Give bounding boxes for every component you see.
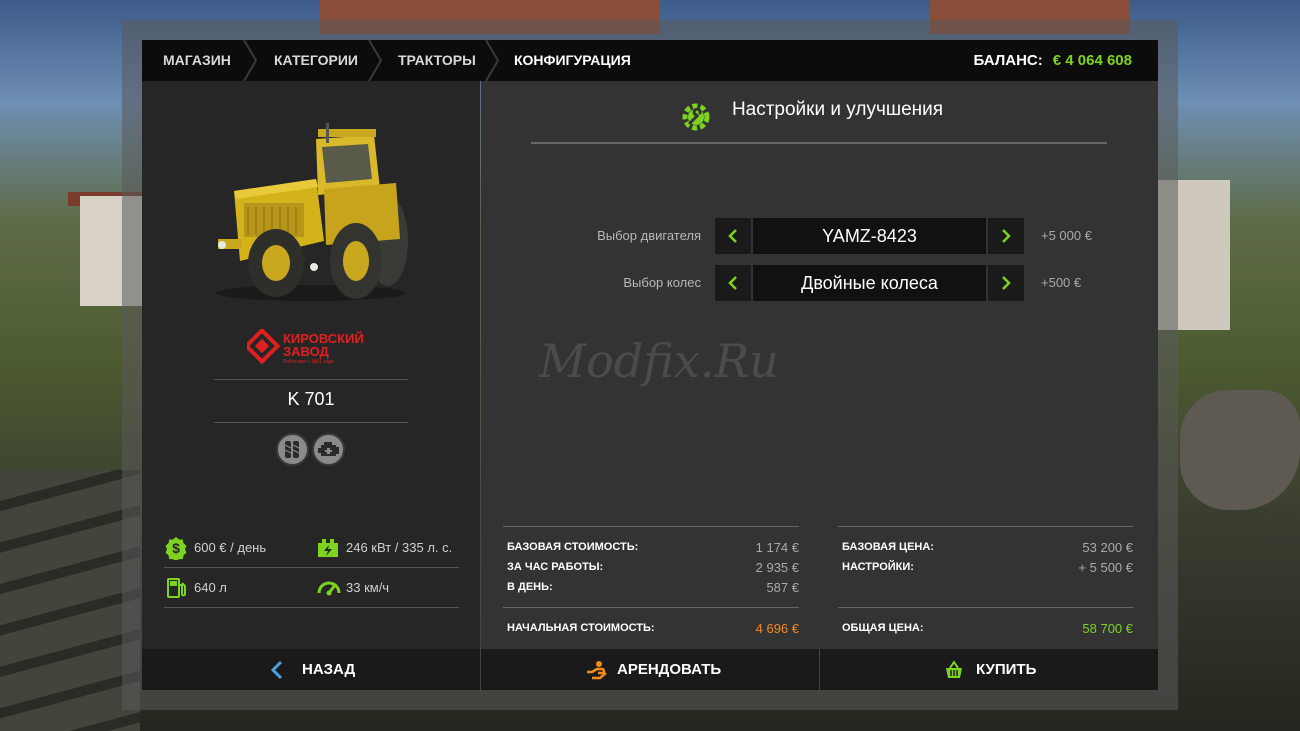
speedometer-icon — [317, 581, 341, 596]
divider — [503, 526, 799, 527]
balance-display: БАЛАНС: € 4 064 608 — [974, 40, 1133, 81]
chevron-left-icon — [728, 276, 737, 290]
shopping-basket-icon — [946, 660, 962, 678]
kirovsky-zavod-logo: КИРОВСКИЙ ЗАВОД Работаем с 1801 года — [247, 329, 377, 365]
stat-fuel-value: 640 л — [194, 580, 227, 595]
divider — [164, 567, 459, 568]
wheels-option-label: Выбор колес — [623, 275, 701, 290]
buy-button-label: КУПИТЬ — [976, 661, 1037, 678]
base-price-value: 53 200 € — [1082, 540, 1133, 555]
wheels-option-value: Двойные колеса — [753, 265, 986, 301]
fuel-icon — [167, 578, 186, 598]
stat-speed: 33 км/ч — [316, 573, 466, 603]
chevron-left-icon — [728, 229, 737, 243]
breadcrumb-separator-icon — [368, 40, 383, 81]
stat-power: 246 кВт / 335 л. с. — [316, 533, 466, 563]
twin-wheels-icon — [276, 433, 309, 466]
balance-label: БАЛАНС: — [973, 52, 1043, 69]
chevron-right-icon — [1002, 229, 1011, 243]
wheels-next-button[interactable] — [988, 265, 1024, 301]
settings-price-value: + 5 500 € — [1078, 560, 1133, 575]
svg-text:Работаем с 1801 года: Работаем с 1801 года — [283, 359, 334, 365]
top-bar: МАГАЗИН КАТЕГОРИИ ТРАКТОРЫ КОНФИГУРАЦИЯ … — [142, 40, 1158, 81]
total-price-value: 58 700 € — [1082, 621, 1133, 636]
per-hour-label: ЗА ЧАС РАБОТЫ: — [507, 561, 604, 573]
per-day-label: В ДЕНЬ: — [507, 581, 553, 593]
engine-prev-button[interactable] — [715, 218, 751, 254]
breadcrumb-tractors[interactable]: ТРАКТОРЫ — [398, 40, 476, 81]
configuration-panel: Настройки и улучшения Выбор двигателя YA… — [481, 81, 1158, 649]
svg-text:ЗАВОД: ЗАВОД — [283, 344, 330, 359]
breadcrumb-configuration: КОНФИГУРАЦИЯ — [514, 52, 631, 68]
svg-text:$: $ — [172, 540, 180, 556]
stat-fuel: 640 л — [164, 573, 314, 603]
background-path — [0, 470, 140, 731]
base-cost-label: БАЗОВАЯ СТОИМОСТЬ: — [507, 541, 639, 553]
section-title: Настройки и улучшения — [731, 99, 944, 120]
shop-config-window: МАГАЗИН КАТЕГОРИИ ТРАКТОРЫ КОНФИГУРАЦИЯ … — [142, 40, 1158, 690]
background-rock — [1180, 390, 1300, 510]
settings-price-label: НАСТРОЙКИ: — [842, 561, 914, 573]
initial-cost-label: НАЧАЛЬНАЯ СТОИМОСТЬ: — [507, 622, 655, 634]
breadcrumb-categories[interactable]: КАТЕГОРИИ — [274, 40, 358, 81]
lease-button-label: АРЕНДОВАТЬ — [617, 661, 722, 678]
divider — [531, 142, 1107, 144]
power-icon — [318, 539, 338, 557]
engine-next-button[interactable] — [988, 218, 1024, 254]
engine-icon — [312, 433, 345, 466]
chevron-left-icon — [270, 660, 283, 680]
vehicle-name: K 701 — [287, 389, 335, 409]
base-cost-value: 1 174 € — [755, 540, 799, 555]
tractor-image — [216, 123, 408, 301]
divider — [214, 422, 408, 423]
divider — [503, 607, 799, 608]
lease-button[interactable]: АРЕНДОВАТЬ — [481, 649, 819, 690]
stat-daily-cost-value: 600 € / день — [194, 540, 267, 555]
wheels-option-price: +500 € — [1041, 275, 1082, 290]
engine-option-label: Выбор двигателя — [597, 228, 701, 243]
divider — [838, 526, 1133, 527]
total-price-label: ОБЩАЯ ЦЕНА: — [842, 622, 924, 634]
initial-cost-value: 4 696 € — [755, 621, 799, 636]
wheels-prev-button[interactable] — [715, 265, 751, 301]
stat-power-value: 246 кВт / 335 л. с. — [346, 540, 453, 555]
engine-option-value: YAMZ-8423 — [753, 218, 986, 254]
per-day-value: 587 € — [766, 580, 799, 595]
breadcrumb-shop[interactable]: МАГАЗИН — [163, 40, 231, 81]
back-button-label: НАЗАД — [302, 661, 356, 678]
stat-speed-value: 33 км/ч — [346, 580, 390, 595]
buy-button[interactable]: КУПИТЬ — [820, 649, 1158, 690]
breadcrumb-separator-icon — [485, 40, 500, 81]
divider — [214, 379, 408, 380]
vehicle-info-panel: КИРОВСКИЙ ЗАВОД Работаем с 1801 года K 7… — [142, 81, 480, 649]
balance-value: € 4 064 608 — [1052, 52, 1132, 69]
engine-option-price: +5 000 € — [1041, 228, 1092, 243]
watermark: Modfix.Ru — [539, 334, 779, 388]
stat-daily-cost: $ 600 € / день — [164, 533, 314, 563]
divider — [164, 607, 459, 608]
lease-hand-icon — [587, 661, 607, 680]
chevron-right-icon — [1002, 276, 1011, 290]
divider — [838, 607, 1133, 608]
dollar-icon: $ — [165, 537, 187, 560]
breadcrumb-separator-icon — [243, 40, 258, 81]
base-price-label: БАЗОВАЯ ЦЕНА: — [842, 541, 934, 553]
per-hour-value: 2 935 € — [755, 560, 799, 575]
back-button[interactable]: НАЗАД — [142, 649, 480, 690]
